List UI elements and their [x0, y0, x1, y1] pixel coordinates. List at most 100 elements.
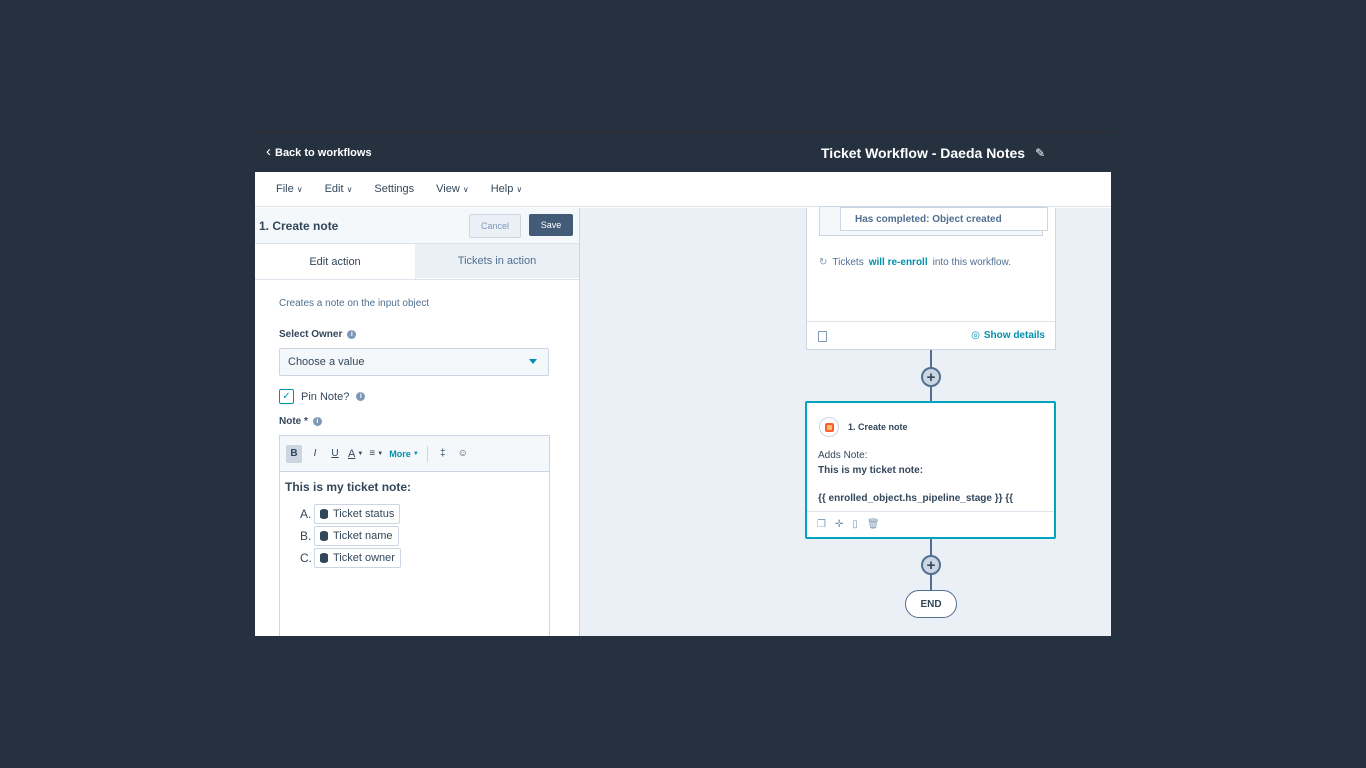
trigger-condition: Has completed: Object created [840, 207, 1048, 231]
menu-bar: File ∨ Edit ∨ Settings View ∨ Help ∨ [255, 172, 1111, 207]
owner-select-value: Choose a value [288, 356, 365, 368]
clipboard-icon[interactable]: ▯ [852, 519, 858, 530]
align-button[interactable]: ≡ ▼ [369, 445, 383, 463]
info-icon[interactable]: i [347, 330, 357, 339]
underline-button[interactable]: U [328, 445, 342, 463]
token-label: Ticket name [333, 530, 393, 542]
move-icon[interactable]: ✛ [835, 519, 843, 530]
edit-action-panel: 1. Create note Cancel Save Edit action T… [255, 208, 580, 636]
ticket-name-token[interactable]: Ticket name [314, 526, 399, 546]
pin-note-label: Pin Note? [301, 390, 350, 403]
tab-edit-action[interactable]: Edit action [255, 244, 416, 279]
token-row: B. Ticket name [300, 526, 544, 546]
reenroll-prefix: Tickets [832, 257, 864, 268]
workflow-title-text: Ticket Workflow - Daeda Notes [821, 145, 1026, 161]
personalize-button[interactable]: ‡ [436, 445, 450, 463]
back-to-workflows-link[interactable]: ‹ Back to workflows [266, 143, 372, 160]
token-label: Ticket owner [333, 552, 395, 564]
clipboard-icon[interactable] [818, 331, 827, 342]
menu-settings[interactable]: Settings [374, 183, 414, 195]
reenroll-suffix: into this workflow. [932, 257, 1011, 268]
tab-tickets-in-action[interactable]: Tickets in action [415, 244, 579, 278]
token-row: C. Ticket owner [300, 548, 544, 568]
chevron-down-icon: ∨ [296, 184, 303, 194]
pin-note-checkbox[interactable]: ✓ [279, 389, 294, 404]
connector-line [930, 574, 932, 590]
save-button[interactable]: Save [529, 214, 573, 236]
owner-select[interactable]: Choose a value [279, 348, 549, 376]
more-label: More [389, 448, 411, 459]
note-label: Note * i [279, 416, 322, 427]
caret-down-icon: ▼ [357, 450, 364, 457]
caret-down-icon [529, 359, 537, 364]
bold-button[interactable]: B [286, 444, 302, 463]
menu-file[interactable]: File ∨ [276, 183, 303, 195]
show-details-label: Show details [983, 330, 1045, 341]
text-color-button[interactable]: A ▼ [348, 445, 363, 463]
info-icon[interactable]: i [312, 417, 322, 426]
refresh-icon: ↻ [819, 257, 828, 268]
action-card-token-text: {{ enrolled_object.hs_pipeline_stage }} … [818, 493, 1014, 504]
ticket-owner-token[interactable]: Ticket owner [314, 548, 401, 568]
copy-icon[interactable]: ❐ [817, 519, 826, 530]
chevron-left-icon: ‹ [266, 143, 271, 160]
more-button[interactable]: More ▼ [389, 445, 418, 463]
caret-down-icon: ▼ [377, 450, 384, 457]
show-details-link[interactable]: ◎ Show details [971, 330, 1045, 341]
workflow-title: Ticket Workflow - Daeda Notes ✎ [821, 145, 1045, 161]
emoji-button[interactable]: ☺ [456, 445, 470, 463]
reenroll-link[interactable]: will re-enroll [869, 257, 928, 268]
menu-view[interactable]: View ∨ [436, 183, 469, 195]
pin-note-row: ✓ Pin Note? i [279, 389, 366, 404]
menu-view-label: View [436, 183, 460, 195]
eye-icon: ◎ [971, 330, 980, 341]
workflow-app: ‹ Back to workflows Ticket Workflow - Da… [255, 131, 1111, 636]
cancel-button[interactable]: Cancel [469, 214, 521, 238]
menu-edit-label: Edit [324, 183, 344, 195]
trigger-card[interactable]: Has completed: Object created ↻ Tickets … [806, 206, 1056, 350]
trash-icon[interactable]: 🗑 [867, 519, 880, 530]
menu-help[interactable]: Help ∨ [491, 183, 522, 195]
italic-button[interactable]: I [308, 445, 322, 463]
align-left-icon: ≡ [369, 448, 376, 459]
database-icon [320, 553, 328, 563]
editor-toolbar: B I U A ▼ ≡ ▼ More ▼ ‡ ☺ [280, 436, 549, 472]
database-icon [320, 531, 328, 541]
note-heading: This is my ticket note: [285, 480, 412, 494]
menu-edit[interactable]: Edit ∨ [325, 183, 353, 195]
list-marker: C. [300, 551, 312, 565]
panel-header: 1. Create note Cancel Save [255, 208, 579, 244]
note-editor: B I U A ▼ ≡ ▼ More ▼ ‡ ☺ This is my tick… [279, 435, 550, 636]
link-icon: ‡ [439, 448, 446, 459]
menu-settings-label: Settings [374, 183, 415, 195]
trigger-filter-box: Has completed: Object created [819, 206, 1048, 236]
menu-file-label: File [276, 183, 294, 195]
workflow-canvas: Has completed: Object created ↻ Tickets … [580, 206, 1111, 636]
ticket-status-token[interactable]: Ticket status [314, 504, 401, 524]
database-icon [320, 509, 328, 519]
reenroll-text: ↻ Tickets will re-enroll into this workf… [819, 257, 1011, 268]
end-node: END [905, 590, 957, 618]
action-card-note-text: This is my ticket note: [818, 465, 924, 476]
select-owner-label-text: Select Owner [279, 329, 343, 340]
panel-title: 1. Create note [259, 219, 339, 233]
editor-content[interactable]: This is my ticket note: A. Ticket status… [280, 472, 549, 578]
create-note-action-card[interactable]: 1. Create note Adds Note: This is my tic… [805, 401, 1056, 539]
note-label-text: Note * [279, 416, 308, 427]
pencil-edit-icon[interactable]: ✎ [1035, 146, 1045, 160]
select-owner-label: Select Owner i [279, 329, 357, 340]
emoji-icon: ☺ [457, 448, 468, 459]
panel-tabs: Edit action Tickets in action [255, 244, 579, 280]
token-row: A. Ticket status [300, 504, 544, 524]
add-action-button[interactable]: + [921, 555, 941, 575]
caret-down-icon: ▼ [412, 450, 419, 457]
info-icon[interactable]: i [356, 392, 366, 401]
token-label: Ticket status [333, 508, 395, 520]
back-label: Back to workflows [275, 146, 372, 159]
text-color-label: A [348, 447, 356, 460]
add-action-button[interactable]: + [921, 367, 941, 387]
list-marker: A. [300, 507, 312, 521]
toolbar-divider [426, 445, 428, 462]
chevron-down-icon: ∨ [462, 184, 469, 194]
chevron-down-icon: ∨ [516, 184, 523, 194]
